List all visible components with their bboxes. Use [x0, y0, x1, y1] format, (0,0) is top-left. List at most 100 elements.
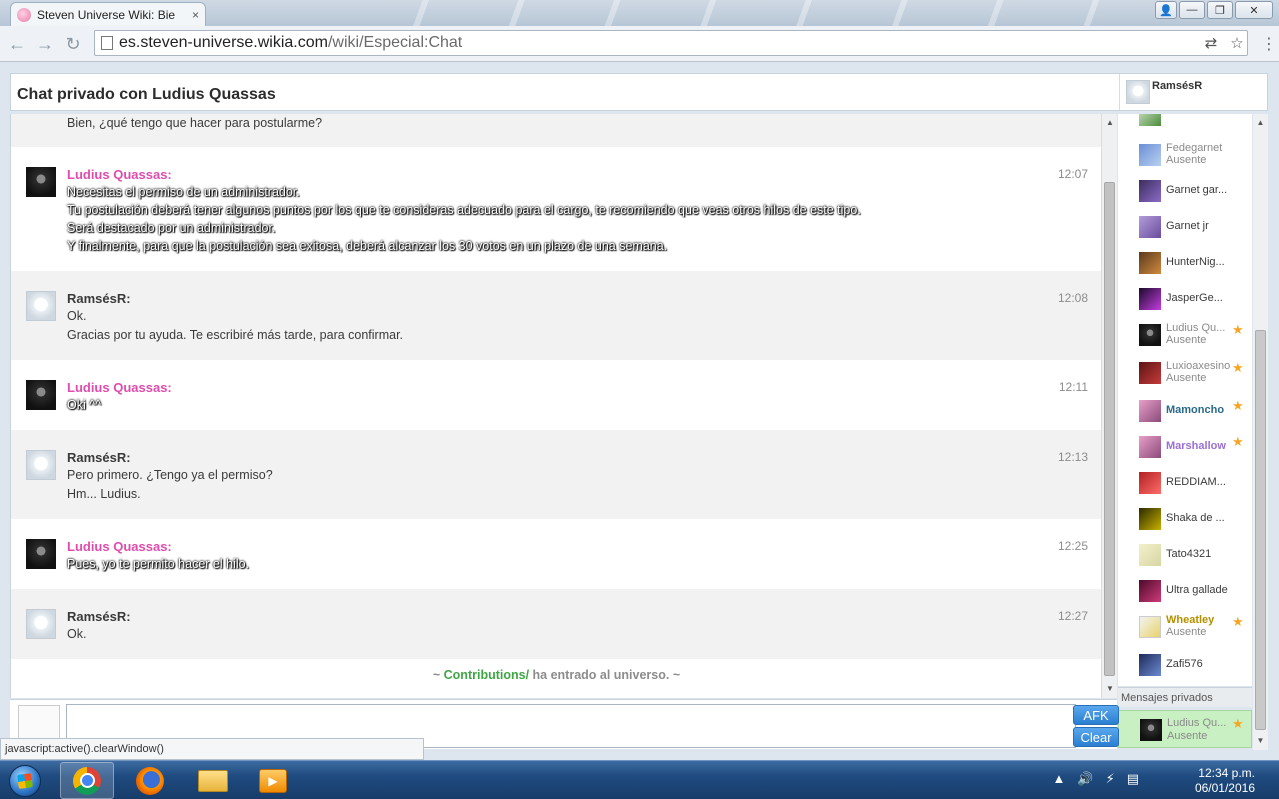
message: RamsésR: 12:27 Ok.	[11, 589, 1101, 659]
message-text: Necesitas el permiso de un administrador…	[67, 185, 300, 199]
message-time: 12:27	[1057, 609, 1088, 623]
message-scrollbar[interactable]: ▲ ▼	[1101, 114, 1117, 698]
user-item[interactable]: Tato4321	[1118, 536, 1252, 572]
message-text: Ok.	[67, 309, 87, 323]
user-item[interactable]: Garnet jr	[1118, 208, 1252, 244]
user-item[interactable]: Wheatley Ausente ★	[1118, 608, 1252, 644]
message-text: Y finalmente, para que la postulación se…	[67, 239, 668, 253]
user-item[interactable]: Ultra gallade	[1118, 572, 1252, 608]
minimize-icon[interactable]: —	[1179, 1, 1205, 19]
user-name: Marshallow	[1166, 440, 1226, 452]
moderator-star-icon: ★	[1232, 614, 1244, 629]
scrollbar-thumb[interactable]	[1255, 330, 1266, 730]
forward-arrow-icon[interactable]: →	[34, 33, 56, 55]
message-author[interactable]: RamsésR:	[67, 291, 131, 306]
avatar	[1139, 324, 1161, 346]
tray-expand-icon[interactable]: ▲	[1053, 771, 1066, 787]
user-item[interactable]: Marshallow ★	[1118, 428, 1252, 464]
message-list[interactable]: Bien, ¿qué tengo que hacer para postular…	[10, 114, 1101, 698]
scroll-up-icon[interactable]: ▲	[1102, 118, 1118, 127]
moderator-star-icon: ★	[1232, 398, 1244, 413]
user-item[interactable]	[1118, 114, 1252, 132]
power-icon[interactable]: ⚡	[1106, 771, 1115, 787]
user-name: Tato4321	[1166, 548, 1212, 560]
userlist-scrollbar[interactable]: ▲ ▼	[1253, 114, 1268, 750]
message: RamsésR: 12:13 Pero primero. ¿Tengo ya e…	[11, 430, 1101, 519]
message-text: Gracias por tu ayuda. Te escribiré más t…	[67, 328, 404, 342]
url-text[interactable]: es.steven-universe.wikia.com/wiki/Especi…	[119, 34, 1195, 52]
window-titlebar: Steven Universe Wiki: Bie × 👤 — ❐ ✕	[0, 0, 1279, 26]
clear-button[interactable]: Clear	[1073, 727, 1119, 747]
address-bar[interactable]: es.steven-universe.wikia.com/wiki/Especi…	[94, 30, 1248, 56]
message-author[interactable]: Ludius Quassas:	[67, 380, 172, 395]
menu-icon[interactable]: ⋮	[1261, 34, 1277, 54]
user-item[interactable]: HunterNig...	[1118, 244, 1252, 280]
inline-alert-text: ha entrado al universo. ~	[529, 668, 681, 682]
moderator-star-icon: ★	[1232, 716, 1244, 731]
browser-tab[interactable]: Steven Universe Wiki: Bie ×	[10, 2, 206, 26]
avatar	[1126, 80, 1150, 104]
user-name: Fedegarnet	[1166, 142, 1223, 154]
avatar	[1139, 436, 1161, 458]
user-item[interactable]: REDDIAM...	[1118, 464, 1252, 500]
restore-icon[interactable]: ❐	[1207, 1, 1233, 19]
current-user[interactable]: RamsésR	[1119, 74, 1267, 110]
media-player-icon: ▶	[259, 768, 287, 793]
message-author[interactable]: Ludius Quassas:	[67, 167, 172, 182]
afk-button[interactable]: AFK	[1073, 705, 1119, 725]
message: Bien, ¿qué tengo que hacer para postular…	[11, 114, 1101, 147]
profile-icon[interactable]: 👤	[1155, 1, 1177, 19]
close-window-icon[interactable]: ✕	[1235, 1, 1273, 19]
message: Ludius Quassas: 12:07 Necesitas el permi…	[11, 147, 1101, 271]
favicon-icon	[17, 7, 31, 22]
message-author[interactable]: RamsésR:	[67, 609, 131, 624]
translate-icon[interactable]: ⇄	[1201, 34, 1221, 52]
user-item[interactable]: Mamoncho ★	[1118, 392, 1252, 428]
explorer-taskbar-button[interactable]	[186, 762, 240, 799]
start-button[interactable]	[4, 762, 46, 799]
scroll-down-icon[interactable]: ▼	[1253, 736, 1268, 745]
folder-icon	[198, 769, 228, 792]
network-icon[interactable]: ▤	[1127, 771, 1139, 787]
inline-alert-user[interactable]: Contributions/	[444, 668, 529, 682]
message-author[interactable]: RamsésR:	[67, 450, 131, 465]
user-item[interactable]: Zafi576	[1118, 646, 1252, 682]
scrollbar-thumb[interactable]	[1104, 182, 1115, 676]
avatar	[1139, 544, 1161, 566]
message: Ludius Quassas: 12:11 Oki ^^	[11, 360, 1101, 430]
chrome-taskbar-button[interactable]	[60, 762, 114, 799]
avatar	[26, 167, 56, 197]
avatar	[1139, 288, 1161, 310]
message-author[interactable]: Ludius Quassas:	[67, 539, 172, 554]
user-item[interactable]: JasperGe...	[1118, 280, 1252, 316]
scroll-down-icon[interactable]: ▼	[1102, 684, 1118, 693]
message: RamsésR: 12:08 Ok. Gracias por tu ayuda.…	[11, 271, 1101, 360]
user-item[interactable]: Ludius Qu... Ausente ★	[1118, 316, 1252, 352]
user-status: Ausente	[1166, 334, 1207, 346]
media-taskbar-button[interactable]: ▶	[246, 762, 300, 799]
firefox-icon	[136, 766, 164, 795]
user-item[interactable]: Garnet gar...	[1118, 172, 1252, 208]
user-item[interactable]: Fedegarnet Ausente	[1118, 136, 1252, 172]
user-name: Mamoncho	[1166, 404, 1225, 416]
bookmark-star-icon[interactable]: ☆	[1227, 34, 1247, 52]
back-arrow-icon[interactable]: ←	[6, 33, 28, 55]
user-name: Ultra gallade	[1166, 584, 1228, 596]
url-host: es.steven-universe.wikia.com	[119, 34, 328, 51]
message: Ludius Quassas: 12:25 Pues, yo te permit…	[11, 519, 1101, 589]
user-item[interactable]: Luxioaxesino Ausente ★	[1118, 354, 1252, 390]
volume-icon[interactable]: 🔊	[1077, 771, 1093, 787]
firefox-taskbar-button[interactable]	[123, 762, 177, 799]
clock[interactable]: 12:34 p.m. 06/01/2016	[1175, 766, 1255, 796]
reload-icon[interactable]: ↻	[62, 33, 84, 55]
private-chat-item[interactable]: Ludius Qu... Ausente ★	[1118, 710, 1252, 748]
tab-close-icon[interactable]: ×	[192, 8, 199, 22]
inline-alert-prefix: ~	[432, 668, 444, 682]
user-status: Ausente	[1166, 626, 1207, 638]
window-controls: 👤 — ❐ ✕	[1155, 1, 1273, 19]
avatar	[26, 380, 56, 410]
user-list[interactable]: Fedegarnet Ausente Garnet gar... Garnet …	[1118, 114, 1252, 686]
scroll-up-icon[interactable]: ▲	[1253, 118, 1268, 127]
avatar	[1139, 180, 1161, 202]
user-item[interactable]: Shaka de ...	[1118, 500, 1252, 536]
